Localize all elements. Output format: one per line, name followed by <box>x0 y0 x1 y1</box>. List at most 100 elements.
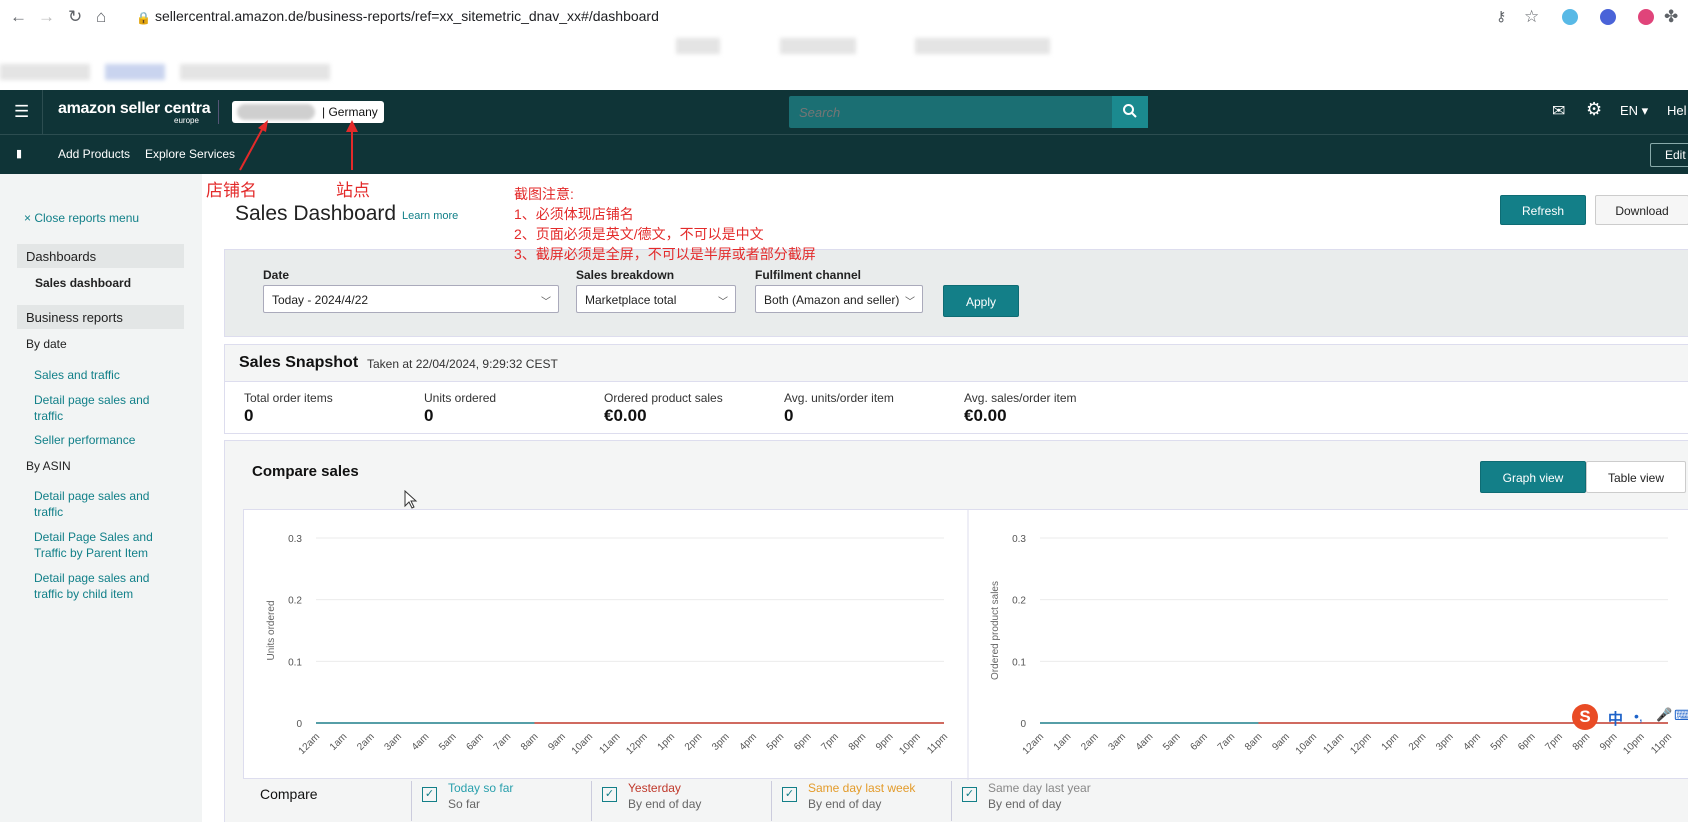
y-axis-label: Ordered product sales <box>990 581 1001 680</box>
language-label: EN <box>1620 103 1639 118</box>
x-tick-label: 4pm <box>1461 731 1483 753</box>
sidebar-item-asin-detail-page[interactable]: Detail page sales and traffic <box>34 488 159 520</box>
reports-sidebar: × Close reports menu Dashboards Sales da… <box>0 174 202 822</box>
x-tick-label: 7pm <box>1543 731 1565 753</box>
legend-checkbox[interactable]: ✓ <box>962 787 977 802</box>
metric-label: Units ordered <box>424 391 497 405</box>
address-bar[interactable]: sellercentral.amazon.de/business-reports… <box>155 8 659 24</box>
x-tick-label: 7am <box>492 731 514 753</box>
chevron-down-icon: ﹀ <box>541 297 551 308</box>
edit-button[interactable]: Edit <box>1650 143 1688 167</box>
x-tick-label: 6am <box>464 731 486 753</box>
subnav-explore-services[interactable]: Explore Services <box>145 147 235 161</box>
legend-item[interactable]: ✓ Same day last year By end of day <box>951 781 1121 821</box>
keyboard-icon[interactable]: ⌨ <box>1674 707 1688 724</box>
ime-logo-icon[interactable]: S <box>1572 704 1598 730</box>
x-tick-label: 3pm <box>710 731 732 753</box>
fulfilment-channel-label: Fulfilment channel <box>755 268 862 282</box>
browser-bar: ← → ↻ ⌂ 🔒 sellercentral.amazon.de/busine… <box>0 0 1688 34</box>
date-select-value: Today - 2024/4/22 <box>272 293 369 307</box>
x-tick-label: 1pm <box>1380 731 1402 753</box>
search-box <box>789 96 1115 128</box>
forward-icon[interactable]: → <box>38 8 55 25</box>
x-tick-label: 11am <box>1322 731 1347 756</box>
legend-series-name: Same day last year <box>988 781 1091 795</box>
legend-series-sub: So far <box>448 797 481 811</box>
download-button[interactable]: Download <box>1595 195 1688 225</box>
legend-series-sub: By end of day <box>988 797 1062 811</box>
legend-checkbox[interactable]: ✓ <box>602 787 617 802</box>
x-tick-label: 5pm <box>765 731 787 753</box>
language-selector[interactable]: EN ▾ <box>1620 103 1648 119</box>
x-tick-label: 9pm <box>1598 731 1620 753</box>
puzzle-icon[interactable]: ✤ <box>1664 8 1678 25</box>
y-tick-label: 0.1 <box>288 657 302 668</box>
sidebar-item-detail-page-sales-traffic[interactable]: Detail page sales and traffic <box>34 392 159 424</box>
reload-icon[interactable]: ↻ <box>68 8 82 25</box>
legend-series-name: Today so far <box>448 781 514 795</box>
mail-icon[interactable]: ✉ <box>1552 101 1565 121</box>
compare-label: Compare <box>260 786 318 802</box>
extension-icon[interactable] <box>1600 9 1616 25</box>
legend-checkbox[interactable]: ✓ <box>782 787 797 802</box>
home-icon[interactable]: ⌂ <box>96 8 106 25</box>
x-tick-label: 6pm <box>1516 731 1538 753</box>
legend-series-sub: By end of day <box>808 797 882 811</box>
metric-label: Total order items <box>244 391 333 405</box>
x-tick-label: 9pm <box>874 731 896 753</box>
x-tick-label: 5pm <box>1489 731 1511 753</box>
sales-breakdown-select[interactable]: Marketplace total ﹀ <box>576 285 736 313</box>
microphone-icon[interactable]: 🎤 <box>1656 707 1672 723</box>
fulfilment-channel-select[interactable]: Both (Amazon and seller) ﹀ <box>755 285 923 313</box>
ime-chinese-mode[interactable]: 中 <box>1608 708 1623 729</box>
table-view-button[interactable]: Table view <box>1586 461 1686 493</box>
legend-item[interactable]: ✓ Today so far So far <box>411 781 581 821</box>
search-input[interactable] <box>789 96 1075 128</box>
sidebar-section-business-reports[interactable]: Business reports <box>17 305 184 329</box>
key-icon[interactable]: ⚷ <box>1496 8 1506 25</box>
metric-value: €0.00 <box>964 406 1007 425</box>
legend-checkbox[interactable]: ✓ <box>422 787 437 802</box>
close-reports-label: Close reports menu <box>34 211 140 225</box>
ime-punctuation-icon[interactable]: •, <box>1634 708 1643 724</box>
back-icon[interactable]: ← <box>10 8 27 25</box>
date-label: Date <box>263 268 290 282</box>
compare-legend: ✓ Today so far So far ✓ Yesterday By end of d… <box>411 781 1611 821</box>
sidebar-section-dashboards[interactable]: Dashboards <box>17 244 184 268</box>
learn-more-link[interactable]: Learn more <box>402 210 458 222</box>
extension-icon[interactable] <box>1562 9 1578 25</box>
lock-icon: 🔒 <box>136 11 151 25</box>
bookmark-icon[interactable]: ▮ <box>16 147 22 160</box>
date-select[interactable]: Today - 2024/4/22 ﹀ <box>263 285 559 313</box>
sidebar-item-sales-and-traffic[interactable]: Sales and traffic <box>34 367 184 383</box>
x-tick-label: 11pm <box>1649 731 1674 756</box>
search-icon <box>1123 103 1137 118</box>
close-reports-menu[interactable]: × Close reports menu <box>24 210 174 226</box>
x-tick-label: 6pm <box>792 731 814 753</box>
sidebar-item-sales-dashboard[interactable]: Sales dashboard <box>35 276 131 290</box>
legend-item[interactable]: ✓ Same day last week By end of day <box>771 781 941 821</box>
extension-icon[interactable] <box>1638 9 1654 25</box>
gear-icon[interactable]: ⚙ <box>1586 99 1602 120</box>
x-tick-label: 2am <box>355 731 377 753</box>
sidebar-item-asin-parent-item[interactable]: Detail Page Sales and Traffic by Parent … <box>34 529 159 561</box>
help-link[interactable]: Hel <box>1667 103 1687 118</box>
graph-view-button[interactable]: Graph view <box>1480 461 1586 493</box>
x-tick-label: 2pm <box>683 731 705 753</box>
star-icon[interactable]: ☆ <box>1524 8 1539 25</box>
sidebar-item-seller-performance[interactable]: Seller performance <box>34 432 184 448</box>
search-button[interactable] <box>1112 96 1148 128</box>
hamburger-menu-icon[interactable]: ☰ <box>14 102 29 122</box>
sales-breakdown-label: Sales breakdown <box>576 268 675 282</box>
metric-value: 0 <box>424 406 434 425</box>
apply-button[interactable]: Apply <box>943 285 1019 317</box>
subnav-add-products[interactable]: Add Products <box>58 147 130 161</box>
x-tick-label: 1am <box>328 731 350 753</box>
chevron-down-icon: ﹀ <box>718 297 728 308</box>
refresh-button[interactable]: Refresh <box>1500 195 1586 225</box>
sidebar-item-asin-child-item[interactable]: Detail page sales and traffic by child i… <box>34 570 159 602</box>
x-tick-label: 10pm <box>897 731 922 756</box>
x-tick-label: 11am <box>598 731 623 756</box>
legend-item[interactable]: ✓ Yesterday By end of day <box>591 781 761 821</box>
filter-bar: Date Today - 2024/4/22 ﹀ Sales breakdown … <box>224 249 1688 337</box>
